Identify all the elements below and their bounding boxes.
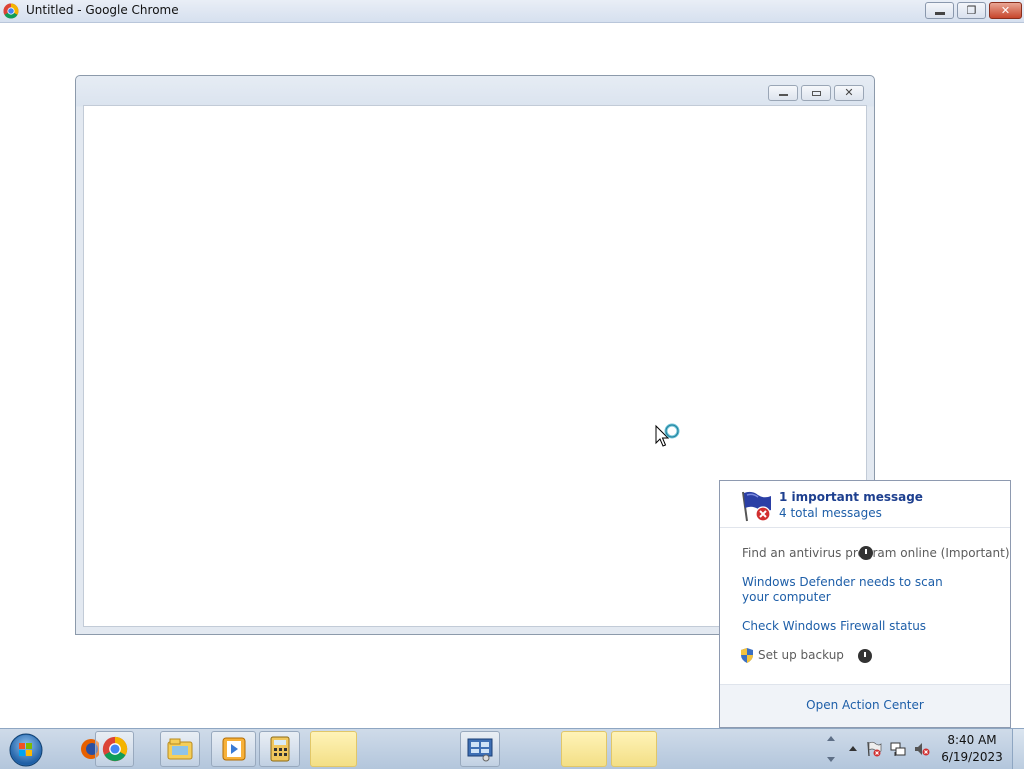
close-button[interactable]: ✕	[989, 2, 1022, 19]
remote-desktop-icon	[467, 738, 493, 762]
taskbar-file-explorer[interactable]	[160, 731, 200, 767]
show-hidden-icons-arrow-icon[interactable]	[845, 741, 861, 757]
taskbar-scroll-arrows[interactable]	[822, 730, 840, 768]
open-action-center-link[interactable]: Open Action Center	[720, 698, 1010, 712]
divider	[720, 527, 1010, 528]
start-button[interactable]	[6, 731, 44, 767]
minimize-icon	[779, 94, 788, 96]
close-icon: ✕	[1000, 4, 1011, 17]
taskbar-highlighted-slot[interactable]	[310, 731, 357, 767]
chrome-icon	[102, 736, 127, 762]
minimize-icon	[926, 3, 953, 18]
show-desktop-button[interactable]	[1012, 729, 1024, 769]
taskbar-remote-desktop[interactable]	[460, 731, 500, 767]
clock-date[interactable]: 6/19/2023	[940, 750, 1004, 764]
minimize-button[interactable]	[925, 2, 954, 19]
window-title: Untitled - Google Chrome	[26, 3, 179, 17]
action-center-flag-icon[interactable]	[866, 741, 882, 757]
taskbar-highlighted-slot[interactable]	[611, 731, 657, 767]
action-center-flag-icon	[742, 491, 771, 522]
chrome-title-bar[interactable]: Untitled - Google Chrome ❐ ✕	[0, 0, 1024, 23]
chrome-icon	[3, 3, 19, 19]
clock-icon	[858, 649, 872, 663]
taskbar-calculator[interactable]	[259, 731, 300, 767]
taskbar-highlighted-slot[interactable]	[561, 731, 607, 767]
taskbar-chrome[interactable]	[95, 731, 134, 767]
total-messages-link[interactable]: 4 total messages	[779, 506, 882, 520]
check-firewall-item[interactable]: Check Windows Firewall status	[742, 619, 926, 633]
taskbar-media-player[interactable]	[211, 731, 256, 767]
maximize-icon	[812, 91, 821, 96]
busy-cursor-icon	[655, 423, 680, 447]
inner-minimize-button[interactable]	[768, 85, 798, 101]
action-center-footer: Open Action Center	[720, 684, 1010, 727]
clock-icon	[859, 546, 873, 560]
volume-muted-icon[interactable]	[914, 741, 930, 757]
action-center-popup[interactable]: 1 important message 4 total messages Fin…	[719, 480, 1011, 728]
media-player-icon	[222, 737, 245, 761]
taskbar: 8:40 AM 6/19/2023	[0, 728, 1024, 769]
restore-icon: ❐	[966, 4, 977, 17]
inner-close-button[interactable]: ✕	[834, 85, 864, 101]
set-up-backup-item[interactable]: Set up backup	[758, 648, 844, 662]
inner-maximize-button[interactable]	[801, 85, 831, 101]
uac-shield-icon	[741, 648, 753, 663]
important-message-link[interactable]: 1 important message	[779, 490, 923, 504]
file-explorer-icon	[167, 738, 193, 760]
clock-time[interactable]: 8:40 AM	[940, 733, 1004, 747]
network-icon[interactable]	[890, 741, 906, 757]
restore-button[interactable]: ❐	[957, 2, 986, 19]
close-icon: ✕	[844, 86, 854, 99]
calculator-icon	[270, 736, 289, 762]
find-antivirus-item[interactable]: Find an antivirus program online (Import…	[742, 546, 1010, 560]
windows-defender-scan-item[interactable]: Windows Defender needs to scan your comp…	[742, 575, 972, 605]
